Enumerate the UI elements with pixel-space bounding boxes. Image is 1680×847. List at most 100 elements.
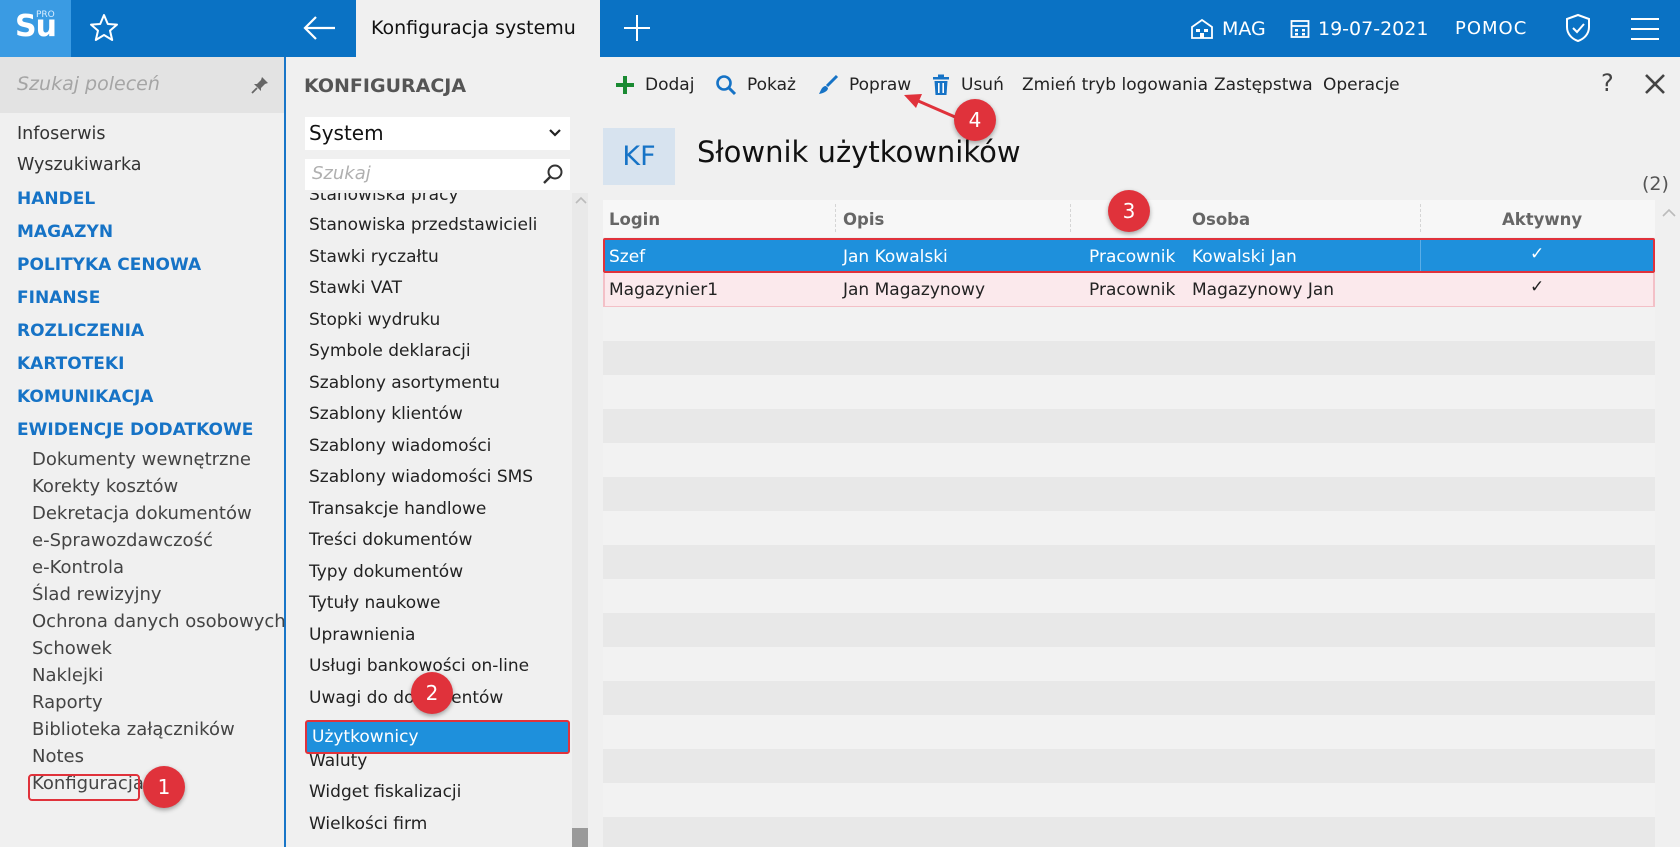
column-header-aktywny[interactable]: Aktywny (1502, 210, 1582, 229)
config-item-selected-uzytkownicy[interactable]: Użytkownicy (305, 720, 570, 754)
column-header-osoba[interactable]: Osoba (1192, 210, 1250, 229)
empty-row (603, 443, 1655, 477)
sidebar-subitem-e-sprawozdawczosc[interactable]: e-Sprawozdawczość (32, 530, 213, 551)
sidebar-subitem-raporty[interactable]: Raporty (32, 692, 103, 713)
config-item[interactable]: Stawki VAT (309, 278, 402, 298)
config-item[interactable]: Typy dokumentów (309, 562, 463, 582)
help-icon[interactable]: ? (1601, 69, 1614, 97)
table-row-selected[interactable]: Szef Jan Kowalski Pracownik Kowalski Jan… (603, 238, 1655, 273)
sidebar-category-ewidencje-dodatkowe[interactable]: EWIDENCJE DODATKOWE (17, 420, 253, 440)
sidebar-subitem-slad-rewizyjny[interactable]: Ślad rewizyjny (32, 584, 162, 605)
sidebar-subitem-korekty-kosztow[interactable]: Korekty kosztów (32, 476, 178, 497)
close-icon[interactable] (1643, 72, 1667, 96)
empty-row (603, 715, 1655, 749)
empty-row (603, 647, 1655, 681)
config-item[interactable]: Uprawnienia (309, 625, 415, 645)
configuration-panel: KONFIGURACJA System Szukaj Stanowiska pr… (288, 57, 588, 847)
column-divider[interactable] (1070, 204, 1071, 232)
config-item[interactable]: Widget fiskalizacji (309, 782, 461, 802)
config-item[interactable]: Szablony asortymentu (309, 373, 500, 393)
new-tab-plus-icon[interactable] (621, 12, 653, 44)
logo-badge: PRO (36, 10, 55, 20)
column-header-opis[interactable]: Opis (843, 210, 884, 229)
substitution-button[interactable]: Zastępstwa (1214, 71, 1313, 99)
sidebar-item-infoserwis[interactable]: Infoserwis (17, 124, 106, 144)
change-login-mode-button[interactable]: Zmień tryb logowania (1022, 71, 1208, 99)
sidebar-subitem-ochrona-danych[interactable]: Ochrona danych osobowych (32, 611, 286, 632)
help-menu-button[interactable]: POMOC (1455, 0, 1527, 57)
table-row[interactable]: Magazynier1 Jan Magazynowy Pracownik Mag… (603, 273, 1655, 307)
config-item[interactable]: Waluty (309, 751, 367, 771)
sidebar-category-polityka-cenowa[interactable]: POLITYKA CENOWA (17, 255, 201, 275)
highlight-box-konfiguracja (28, 774, 140, 801)
column-divider[interactable] (1420, 204, 1421, 232)
sidebar-subitem-schowek[interactable]: Schowek (32, 638, 112, 659)
configuration-search-placeholder: Szukaj (312, 163, 371, 184)
config-item[interactable]: Wielkości firm (309, 814, 427, 834)
sidebar-subitem-notes[interactable]: Notes (32, 746, 84, 767)
back-arrow-icon[interactable] (302, 12, 338, 44)
add-button-label: Dodaj (645, 75, 695, 95)
config-item[interactable]: Szablony klientów (309, 404, 463, 424)
column-header-login[interactable]: Login (609, 210, 660, 229)
sidebar-category-komunikacja[interactable]: KOMUNIKACJA (17, 387, 153, 407)
sidebar-category-finanse[interactable]: FINANSE (17, 288, 100, 308)
config-item[interactable]: Stanowiska przedstawicieli (309, 215, 537, 235)
scroll-up-chevron-icon[interactable] (575, 195, 587, 205)
command-search-placeholder: Szukaj poleceń (17, 73, 160, 95)
config-item[interactable]: Stawki ryczałtu (309, 247, 439, 267)
sidebar-item-wyszukiwarka[interactable]: Wyszukiwarka (17, 155, 142, 175)
cell-aktywny-check: ✓ (1530, 244, 1545, 264)
cell-osoba: Kowalski Jan (1192, 247, 1297, 267)
config-item[interactable]: Transakcje handlowe (309, 499, 486, 519)
sidebar-subitem-e-kontrola[interactable]: e-Kontrola (32, 557, 124, 578)
configuration-list-scrollbar[interactable] (572, 193, 588, 847)
show-button[interactable]: Pokaż (715, 71, 796, 99)
search-icon[interactable] (542, 163, 564, 185)
config-item[interactable]: Stanowiska pracy (309, 193, 459, 205)
scroll-up-chevron-icon[interactable] (1662, 208, 1676, 218)
column-divider[interactable] (835, 204, 836, 232)
config-item[interactable]: Stopki wydruku (309, 310, 440, 330)
cell-divider (1420, 240, 1421, 271)
config-item[interactable]: Tytuły naukowe (309, 593, 441, 613)
edit-button[interactable]: Popraw (817, 71, 911, 99)
config-item[interactable]: Uwagi do dokumentów (309, 688, 503, 708)
command-search-input[interactable]: Szukaj poleceń (0, 57, 284, 113)
sidebar-category-magazyn[interactable]: MAGAZYN (17, 222, 113, 242)
config-item[interactable]: Usługi bankowości on-line (309, 656, 529, 676)
chevron-down-icon (549, 129, 561, 137)
config-item-selected-label: Użytkownicy (312, 727, 419, 747)
config-item[interactable]: Szablony wiadomości (309, 436, 491, 456)
app-logo[interactable]: Su PRO (0, 0, 71, 57)
favorite-star-icon[interactable] (88, 12, 120, 44)
annotation-marker-4: 4 (954, 99, 996, 141)
sidebar-subitem-biblioteka-zalacznikow[interactable]: Biblioteka załączników (32, 719, 235, 740)
system-select[interactable]: System (305, 117, 570, 150)
sidebar-subitem-naklejki[interactable]: Naklejki (32, 665, 103, 686)
config-item[interactable]: Szablony wiadomości SMS (309, 467, 533, 487)
config-item[interactable]: Symbole deklaracji (309, 341, 471, 361)
add-button[interactable]: Dodaj (615, 71, 694, 99)
operations-button[interactable]: Operacje (1323, 71, 1400, 99)
date-selector[interactable]: 19-07-2021 (1290, 0, 1428, 57)
sidebar-subitem-dokumenty-wewnetrzne[interactable]: Dokumenty wewnętrzne (32, 449, 251, 470)
empty-row (603, 545, 1655, 579)
configuration-search-input[interactable]: Szukaj (305, 159, 570, 190)
tab-system-configuration[interactable]: Konfiguracja systemu (356, 0, 600, 57)
shield-check-icon[interactable] (1562, 12, 1594, 44)
warehouse-selector[interactable]: MAG (1190, 0, 1266, 57)
warehouse-label: MAG (1222, 17, 1266, 40)
sidebar-category-handel[interactable]: HANDEL (17, 189, 95, 209)
empty-row (603, 341, 1655, 375)
config-item[interactable]: Treści dokumentów (309, 530, 472, 550)
sidebar-category-rozliczenia[interactable]: ROZLICZENIA (17, 321, 144, 341)
sidebar-subitem-dekretacja-dokumentow[interactable]: Dekretacja dokumentów (32, 503, 252, 524)
configuration-panel-title: KONFIGURACJA (304, 75, 467, 97)
sidebar-category-kartoteki[interactable]: KARTOTEKI (17, 354, 124, 374)
scrollbar-thumb[interactable] (572, 828, 588, 847)
hamburger-menu-icon[interactable] (1629, 14, 1661, 44)
pin-icon[interactable] (250, 75, 270, 95)
navigation-sidebar: Szukaj poleceń Infoserwis Wyszukiwarka H… (0, 57, 286, 847)
system-select-value: System (309, 121, 384, 145)
